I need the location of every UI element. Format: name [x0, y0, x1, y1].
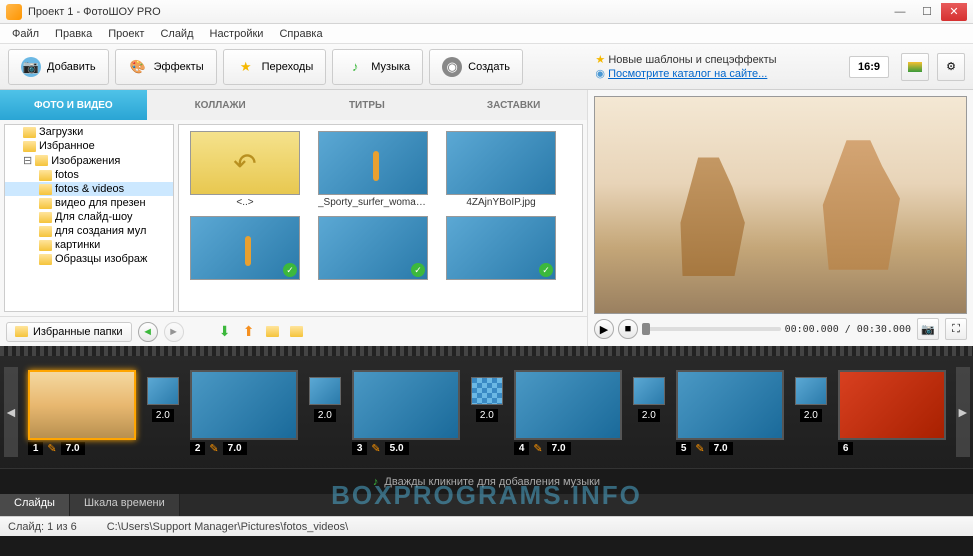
tab-1[interactable]: КОЛЛАЖИ	[147, 90, 294, 120]
edit-icon[interactable]: ✎	[695, 442, 704, 455]
app-icon	[6, 4, 22, 20]
menu-Слайд[interactable]: Слайд	[152, 26, 201, 42]
theme-button[interactable]	[901, 53, 929, 81]
music-track[interactable]: ♪ Дважды кликните для добавления музыки	[0, 468, 973, 494]
slide-3[interactable]: 3✎5.0	[352, 370, 460, 455]
fullscreen-button[interactable]: ⛶	[945, 318, 967, 340]
thumbnail[interactable]: ✓	[185, 216, 305, 282]
transitions-button[interactable]: ★Переходы	[223, 49, 327, 85]
timeline-prev[interactable]: ◄	[4, 367, 18, 457]
thumbnail[interactable]: _Sporty_surfer_woman_0...	[313, 131, 433, 208]
minimize-button[interactable]: —	[887, 3, 913, 21]
transition-3[interactable]: 2.0	[632, 377, 666, 447]
catalog-link[interactable]: Посмотрите каталог на сайте...	[608, 68, 767, 80]
nav-fwd-button[interactable]: ►	[164, 322, 184, 342]
status-slide: Слайд: 1 из 6	[8, 521, 77, 533]
preview-pane	[594, 96, 967, 314]
settings-button[interactable]: ⚙	[937, 53, 965, 81]
thumbnail[interactable]: <..>	[185, 131, 305, 208]
menu-Настройки[interactable]: Настройки	[202, 26, 272, 42]
folder-icon[interactable]	[264, 323, 282, 341]
tree-item[interactable]: Образцы изображ	[5, 252, 173, 266]
thumbnail[interactable]: ✓	[441, 216, 561, 282]
edit-icon[interactable]: ✎	[371, 442, 380, 455]
tree-item[interactable]: видео для презен	[5, 196, 173, 210]
aspect-ratio[interactable]: 16:9	[849, 56, 889, 78]
music-button[interactable]: ♪Музыка	[332, 49, 423, 85]
tab-3[interactable]: ЗАСТАВКИ	[440, 90, 587, 120]
tree-item[interactable]: ⊟Изображения	[5, 153, 173, 168]
slide-6[interactable]: 6	[838, 370, 946, 455]
stop-button[interactable]: ■	[618, 319, 638, 339]
thumbnail-gallery[interactable]: <..>_Sporty_surfer_woman_0...4ZAjnYBoIP.…	[178, 124, 583, 312]
nav-back-button[interactable]: ◄	[138, 322, 158, 342]
tab-0[interactable]: ФОТО И ВИДЕО	[0, 90, 147, 120]
slide-5[interactable]: 5✎7.0	[676, 370, 784, 455]
thumbnail[interactable]: ✓	[313, 216, 433, 282]
music-note-icon: ♪	[373, 476, 379, 488]
edit-icon[interactable]: ✎	[47, 442, 56, 455]
transition-4[interactable]: 2.0	[794, 377, 828, 447]
status-path: C:\Users\Support Manager\Pictures\fotos_…	[107, 521, 349, 533]
edit-icon[interactable]: ✎	[209, 442, 218, 455]
folder-tree[interactable]: ЗагрузкиИзбранное⊟Изображенияfotosfotos …	[4, 124, 174, 312]
window-title: Проект 1 - ФотоШОУ PRO	[28, 6, 887, 18]
upload-icon[interactable]: ⬆	[240, 323, 258, 341]
edit-icon[interactable]: ✎	[533, 442, 542, 455]
hints: ★ Новые шаблоны и спецэффекты ◉ Посмотри…	[583, 53, 788, 80]
create-button[interactable]: ◉Создать	[429, 49, 523, 85]
tree-item[interactable]: fotos & videos	[5, 182, 173, 196]
thumbnail[interactable]: 4ZAjnYBoIP.jpg	[441, 131, 561, 208]
effects-button[interactable]: 🎨Эффекты	[115, 49, 217, 85]
transition-1[interactable]: 2.0	[308, 377, 342, 447]
slide-4[interactable]: 4✎7.0	[514, 370, 622, 455]
play-button[interactable]: ▶	[594, 319, 614, 339]
time-display: 00:00.000 / 00:30.000	[785, 324, 911, 335]
menu-Файл[interactable]: Файл	[4, 26, 47, 42]
close-button[interactable]: ✕	[941, 3, 967, 21]
tree-item[interactable]: для создания мул	[5, 224, 173, 238]
snapshot-button[interactable]: 📷	[917, 318, 939, 340]
preview-slider[interactable]	[642, 327, 781, 331]
fav-folder-icon[interactable]	[288, 323, 306, 341]
maximize-button[interactable]: ☐	[914, 3, 940, 21]
gear-icon: ⚙	[946, 60, 956, 73]
tree-item[interactable]: Для слайд-шоу	[5, 210, 173, 224]
menu-Проект[interactable]: Проект	[100, 26, 152, 42]
add-button[interactable]: 📷Добавить	[8, 49, 109, 85]
tree-item[interactable]: Избранное	[5, 139, 173, 153]
transition-0[interactable]: 2.0	[146, 377, 180, 447]
timeline-next[interactable]: ►	[956, 367, 970, 457]
tab-2[interactable]: ТИТРЫ	[294, 90, 441, 120]
tl-tab-1[interactable]: Шкала времени	[70, 494, 180, 516]
film-strip	[0, 346, 973, 356]
slide-2[interactable]: 2✎7.0	[190, 370, 298, 455]
favorites-button[interactable]: Избранные папки	[6, 322, 132, 342]
tree-item[interactable]: Загрузки	[5, 125, 173, 139]
tl-tab-0[interactable]: Слайды	[0, 494, 70, 516]
slide-1[interactable]: 1✎7.0	[28, 370, 136, 455]
transition-2[interactable]: 2.0	[470, 377, 504, 447]
menu-Справка[interactable]: Справка	[271, 26, 330, 42]
menu-Правка[interactable]: Правка	[47, 26, 100, 42]
download-icon[interactable]: ⬇	[216, 323, 234, 341]
tree-item[interactable]: картинки	[5, 238, 173, 252]
tree-item[interactable]: fotos	[5, 168, 173, 182]
